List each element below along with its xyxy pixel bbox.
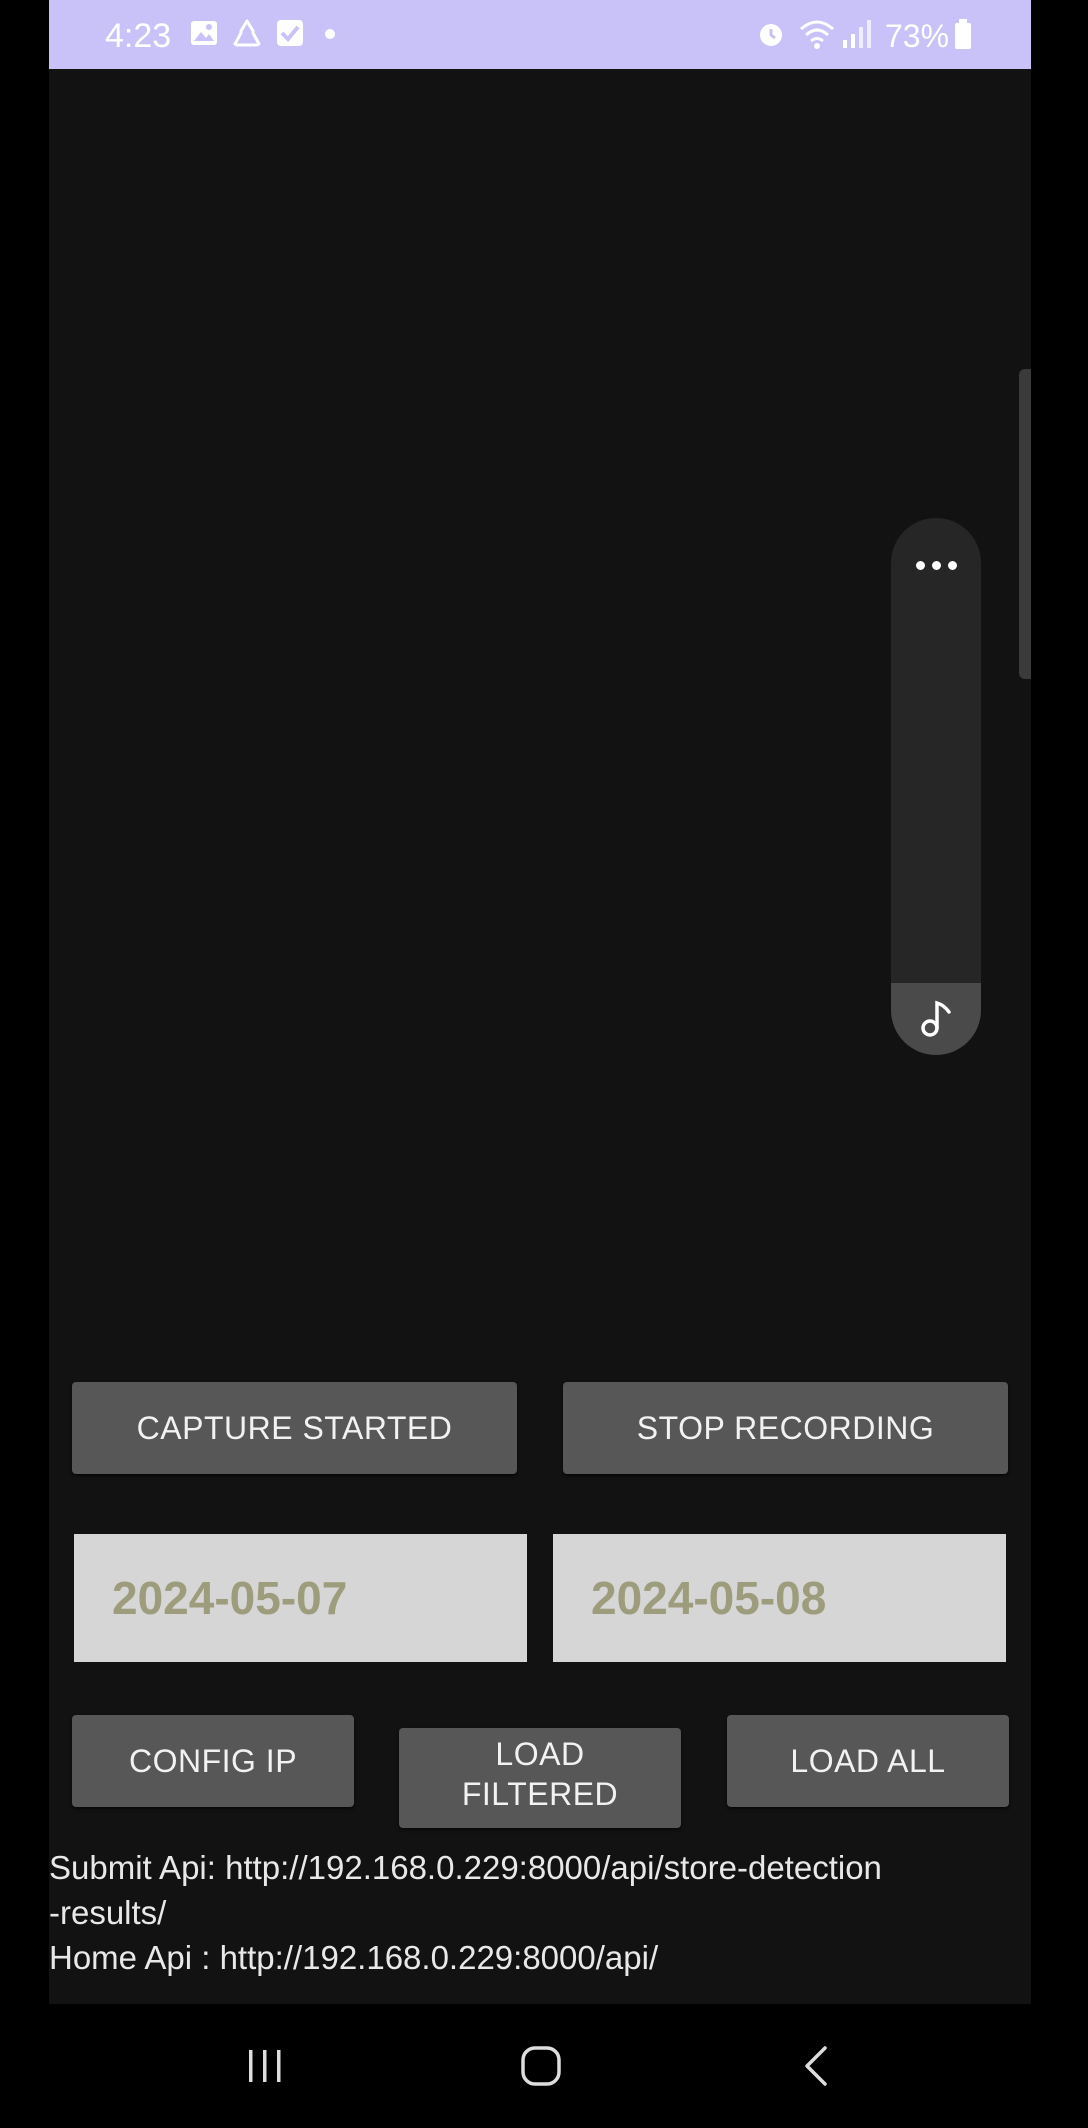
floating-panel[interactable] [891, 518, 981, 1055]
app-screen: 4:23 73% CAPTURE STARTED STOP RECORDING … [49, 0, 1031, 2128]
music-note-icon [921, 1000, 951, 1037]
submit-api-line1: Submit Api: http://192.168.0.229:8000/ap… [49, 1849, 882, 1886]
end-date-field[interactable]: 2024-05-08 [553, 1534, 1006, 1662]
load-filtered-label-line2: FILTERED [461, 1776, 619, 1812]
dot-icon [325, 29, 335, 39]
stop-recording-button[interactable]: STOP RECORDING [563, 1382, 1008, 1474]
recent-apps-icon [249, 2050, 281, 2082]
api-info: Submit Api: http://192.168.0.229:8000/ap… [49, 1845, 1031, 1980]
start-date-field[interactable]: 2024-05-07 [74, 1534, 527, 1662]
status-bar: 4:23 73% [49, 0, 1031, 69]
camera-preview [49, 69, 1031, 2004]
check-icon [277, 20, 303, 46]
back-button[interactable] [757, 2004, 877, 2128]
load-all-button[interactable]: LOAD ALL [727, 1715, 1009, 1807]
more-dots-icon[interactable] [891, 550, 981, 580]
battery-percentage: 73% [885, 18, 950, 54]
home-api-text: Home Api : http://192.168.0.229:8000/api… [49, 1939, 659, 1976]
signal-icon [843, 20, 871, 48]
load-filtered-button[interactable]: LOAD FILTERED [399, 1728, 681, 1828]
load-filtered-label-line1: LOAD [495, 1736, 585, 1772]
capture-started-button[interactable]: CAPTURE STARTED [72, 1382, 517, 1474]
gallery-icon [191, 21, 217, 45]
back-icon [805, 2046, 827, 2086]
battery-icon [955, 19, 971, 49]
recent-apps-button[interactable] [205, 2004, 325, 2128]
status-time: 4:23 [105, 17, 172, 55]
navigation-bar [49, 2004, 1031, 2128]
home-button[interactable] [481, 2004, 601, 2128]
home-icon [521, 2046, 561, 2086]
edge-panel-handle[interactable] [1019, 369, 1031, 679]
recycle-icon [233, 19, 261, 47]
submit-api-line2: -results/ [49, 1894, 167, 1931]
alarm-icon [760, 24, 782, 46]
wifi-icon [800, 20, 834, 49]
config-ip-button[interactable]: CONFIG IP [72, 1715, 354, 1807]
music-section[interactable] [891, 983, 981, 1055]
